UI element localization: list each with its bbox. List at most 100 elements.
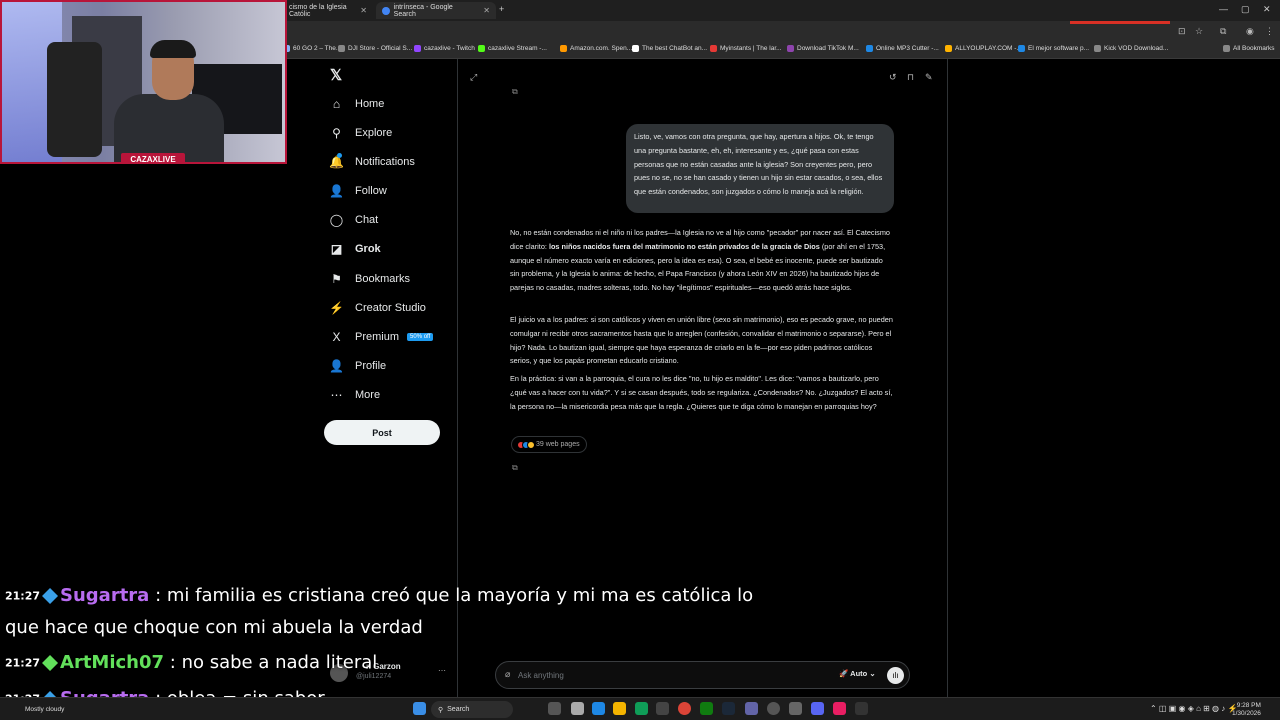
app-icon[interactable]: [571, 702, 584, 715]
new-tab-icon[interactable]: +: [499, 4, 504, 14]
premium-discount-badge: 50% off: [407, 332, 434, 341]
nav-item-label: Notifications: [355, 155, 415, 168]
chat-timestamp: 21:27: [5, 656, 41, 670]
attach-icon[interactable]: ⌀: [505, 669, 510, 680]
bookmark-label: Kick VOD Download...: [1104, 45, 1169, 52]
maximize-icon[interactable]: ▢: [1241, 4, 1250, 15]
bookmark-label: ALLYOUPLAY.COM -...: [955, 45, 1022, 52]
app-icon[interactable]: [656, 702, 669, 715]
model-mode-selector[interactable]: 🚀 Auto ⌄: [839, 669, 876, 678]
bookmark-favicon-icon: [478, 45, 485, 52]
nav-item-label: Grok: [355, 242, 381, 255]
system-tray-icons[interactable]: ⌃ ◫ ▣ ◉ ◈ ⌂ ⊞ ◍ ♪ ⚡: [1150, 705, 1237, 713]
discord-icon[interactable]: [811, 702, 824, 715]
nav-item-follow[interactable]: 👤 Follow: [329, 183, 387, 198]
weather-widget[interactable]: Mostly cloudy: [25, 706, 64, 714]
bookmark-item[interactable]: Online MP3 Cutter -...: [866, 45, 939, 52]
folder-icon: [1223, 45, 1230, 52]
close-tab-icon[interactable]: ✕: [483, 6, 490, 15]
x-logo-icon[interactable]: 𝕏: [330, 66, 342, 84]
app-icon[interactable]: [855, 702, 868, 715]
xbox-icon[interactable]: [700, 702, 713, 715]
profile-handle: @juli12274: [356, 673, 392, 680]
grok-answer-paragraph: No, no están condenados ni el niño ni lo…: [510, 226, 894, 295]
web-pages-sources-button[interactable]: 39 web pages: [511, 436, 587, 453]
bookmark-item[interactable]: Amazon.com. Spen...: [560, 45, 632, 52]
expand-icon[interactable]: ⤢: [470, 72, 477, 83]
steam-icon[interactable]: [722, 702, 735, 715]
nav-item-label: Chat: [355, 213, 379, 226]
column-divider: [457, 59, 458, 720]
profile-avatar-icon[interactable]: ◉: [1246, 26, 1254, 37]
taskbar-search[interactable]: ⚲ Search: [431, 701, 513, 718]
bookmark-label: Download TikTok M...: [797, 45, 859, 52]
bookmark-item[interactable]: Download TikTok M...: [787, 45, 859, 52]
clock[interactable]: 9:28 PM 1/30/2026: [1232, 702, 1261, 718]
chrome-icon[interactable]: [678, 702, 691, 715]
nav-item-chat[interactable]: ◯ Chat: [329, 212, 379, 227]
bookmark-label: Online MP3 Cutter -...: [876, 45, 939, 52]
menu-dots-icon[interactable]: ⋮: [1265, 26, 1274, 37]
clock-date: 1/30/2026: [1232, 710, 1261, 717]
more-icon: ⋯: [330, 387, 343, 402]
voice-mode-icon[interactable]: ılı: [887, 667, 904, 684]
more-dots-icon[interactable]: ⋯: [438, 666, 446, 675]
browser-tab-active[interactable]: intrínseca - Google Search ✕: [376, 2, 496, 19]
browser-tab[interactable]: cismo de la Iglesia Católic ✕: [283, 2, 373, 19]
bookmark-item[interactable]: cazaxlive Stream -...: [478, 45, 547, 52]
nav-item-more[interactable]: ⋯ More: [330, 387, 381, 402]
close-tab-icon[interactable]: ✕: [360, 6, 367, 15]
bookmark-item[interactable]: 60 GO 2 – The...: [283, 45, 341, 52]
new-chat-icon[interactable]: ✎: [925, 72, 933, 83]
grok-answer-paragraph: El juicio va a los padres: si son católi…: [510, 315, 893, 366]
nav-item-premium[interactable]: X Premium 50% off: [330, 330, 434, 344]
copy-icon[interactable]: ⧉: [512, 87, 518, 97]
profile-icon: 👤: [329, 358, 344, 373]
chat-message: 21:27 Sugartra : mi familia es cristiana …: [5, 585, 753, 606]
extensions-icon[interactable]: ⧉: [1220, 26, 1226, 37]
copy-icon[interactable]: ⧉: [512, 463, 518, 473]
webcam-chair: [47, 42, 102, 157]
bookmark-item[interactable]: The best ChatBot an...: [632, 45, 707, 52]
nav-item-grok[interactable]: ◪ Grok: [330, 242, 381, 256]
bookmark-item[interactable]: Myinstants | The lar...: [710, 45, 782, 52]
bookmark-item[interactable]: Kick VOD Download...: [1094, 45, 1168, 52]
app-icon[interactable]: [745, 702, 758, 715]
nav-item-bookmarks[interactable]: ⚑ Bookmarks: [330, 271, 410, 286]
close-window-icon[interactable]: ✕: [1263, 4, 1271, 15]
chat-text: : mi familia es cristiana creó que la ma…: [155, 585, 754, 606]
history-icon[interactable]: ↺: [889, 72, 897, 83]
nav-item-label: More: [355, 388, 381, 401]
tab-title: cismo de la Iglesia Católic: [289, 3, 347, 18]
bookmark-item[interactable]: cazaxlive - Twitch: [414, 45, 475, 52]
star-icon[interactable]: ☆: [1195, 26, 1203, 37]
tiktok-icon[interactable]: [833, 702, 846, 715]
nav-item-profile[interactable]: 👤 Profile: [329, 358, 386, 373]
follow-icon: 👤: [329, 183, 344, 198]
nav-item-notifications[interactable]: 🔔 Notifications: [329, 153, 415, 169]
edge-icon[interactable]: [635, 702, 648, 715]
bookmark-item[interactable]: ALLYOUPLAY.COM -...: [945, 45, 1022, 52]
chat-text: : no sabe a nada literal: [169, 652, 378, 673]
install-icon[interactable]: ⊡: [1178, 26, 1186, 37]
post-button[interactable]: Post: [324, 420, 440, 445]
start-icon[interactable]: [413, 702, 426, 715]
ask-input[interactable]: [518, 668, 818, 683]
app-icon[interactable]: [592, 702, 605, 715]
nav-item-creator-studio[interactable]: ⚡ Creator Studio: [329, 301, 426, 315]
private-chat-icon[interactable]: ⊓: [907, 72, 914, 83]
nav-item-home[interactable]: ⌂ Home: [330, 97, 384, 111]
all-bookmarks-button[interactable]: All Bookmarks: [1223, 45, 1275, 52]
app-icon[interactable]: [767, 702, 780, 715]
bookmark-icon: ⚑: [331, 271, 342, 286]
minimize-icon[interactable]: —: [1219, 4, 1228, 14]
app-icon[interactable]: [789, 702, 802, 715]
bookmark-item[interactable]: DJI Store - Official S...: [338, 45, 412, 52]
chat-icon: ◯: [329, 212, 344, 227]
bookmark-favicon-icon: [1094, 45, 1101, 52]
bookmark-item[interactable]: El mejor software p...: [1018, 45, 1089, 52]
nav-item-explore[interactable]: ⚲ Explore: [330, 126, 392, 140]
chat-timestamp: 21:27: [5, 589, 41, 603]
file-explorer-icon[interactable]: [613, 702, 626, 715]
task-view-icon[interactable]: [548, 702, 561, 715]
